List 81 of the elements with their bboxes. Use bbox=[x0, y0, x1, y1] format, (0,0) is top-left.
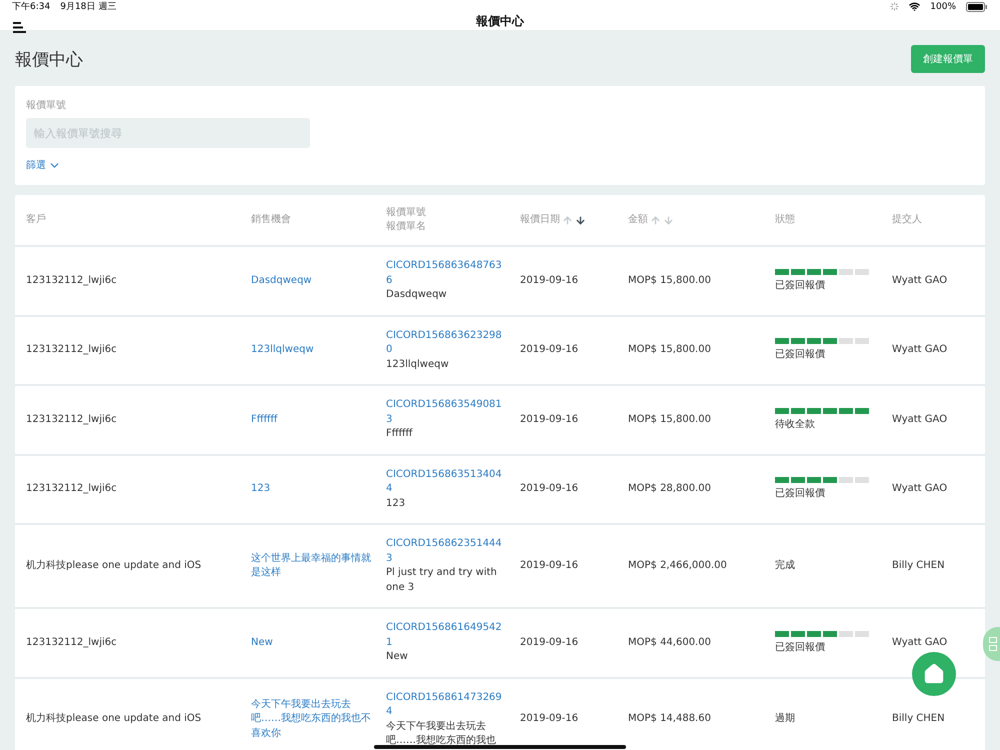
customer-cell-text: 123132112_lwji6c bbox=[26, 412, 117, 426]
submitter-cell-text: Wyatt GAO bbox=[892, 482, 948, 496]
amount-cell-text: MOP$ 14,488.60 bbox=[628, 712, 711, 726]
quote-name: 123llqlweqw bbox=[386, 358, 449, 372]
amount-cell-text: MOP$ 2,466,000.00 bbox=[628, 558, 727, 573]
column-header: 銷售機會 bbox=[251, 212, 291, 227]
filter-toggle[interactable]: 篩選 bbox=[26, 154, 61, 172]
date-cell-text: 2019-09-16 bbox=[520, 636, 578, 650]
quote-name: New bbox=[386, 650, 408, 664]
quote-number-link[interactable]: CICORD156863549081 3 bbox=[386, 398, 510, 427]
date-cell-text: 2019-09-16 bbox=[520, 274, 578, 288]
amount-cell-text: MOP$ 15,800.00 bbox=[628, 274, 711, 288]
status-text: 過期 bbox=[775, 712, 795, 726]
wifi-icon bbox=[909, 1, 920, 12]
quote-number-link[interactable]: CICORD156863623298 0 bbox=[386, 328, 510, 358]
column-header: 客戶 bbox=[26, 212, 46, 227]
opportunity-link[interactable]: New bbox=[251, 636, 273, 650]
date-cell-text: 2019-09-16 bbox=[520, 558, 578, 573]
column-header: 報價單號 bbox=[386, 206, 426, 220]
status-text: 已簽回報價 bbox=[775, 487, 825, 501]
quote-number-link[interactable]: CICORD156861473269 4 bbox=[386, 690, 510, 720]
opportunity-link[interactable]: Dasdqweqw bbox=[251, 274, 312, 288]
amount-cell-text: MOP$ 15,800.00 bbox=[628, 412, 711, 426]
quote-number-link[interactable]: CICORD156861649542 1 bbox=[386, 621, 510, 650]
grid-icon bbox=[989, 637, 997, 651]
sort-up-icon[interactable] bbox=[650, 214, 661, 226]
opportunity-link[interactable]: 123 bbox=[251, 482, 270, 496]
column-header[interactable]: 報價日期 bbox=[520, 212, 560, 228]
customer-cell-text: 123132112_lwji6c bbox=[26, 274, 117, 288]
opportunity-link[interactable]: 今天下午我要出去玩去吧……我想吃东西的我也不喜欢你 bbox=[251, 698, 376, 742]
quote-name: Dasdqweqw bbox=[386, 288, 447, 302]
status-time: 下午6:34 bbox=[12, 0, 50, 13]
opportunity-link[interactable]: 123llqlweqw bbox=[251, 343, 314, 358]
menu-icon[interactable] bbox=[13, 22, 26, 33]
quote-name: 今天下午我要出去玩去吧……我想吃东西的我也 bbox=[386, 720, 497, 748]
status-text: 已簽回報價 bbox=[775, 348, 825, 362]
amount-cell-text: MOP$ 44,600.00 bbox=[628, 636, 711, 650]
date-cell-text: 2019-09-16 bbox=[520, 412, 578, 426]
amount-cell-text: MOP$ 28,800.00 bbox=[628, 482, 711, 496]
nav-title: 報價中心 bbox=[476, 13, 524, 30]
quote-number-link[interactable]: CICORD156862351444 3 bbox=[386, 537, 510, 566]
column-header: 狀態 bbox=[775, 212, 795, 227]
submitter-cell-text: Wyatt GAO bbox=[892, 636, 948, 650]
submitter-cell-text: Wyatt GAO bbox=[892, 412, 948, 426]
status-text: 完成 bbox=[775, 558, 795, 573]
page-title: 報價中心 bbox=[15, 48, 83, 70]
column-header: 報價單名 bbox=[386, 220, 426, 234]
quote-name: 123 bbox=[386, 496, 406, 510]
customer-cell-text: 机力科技please one update and iOS bbox=[26, 558, 202, 573]
amount-cell-text: MOP$ 15,800.00 bbox=[628, 343, 711, 357]
customer-cell-text: 123132112_lwji6c bbox=[26, 636, 117, 650]
date-cell-text: 2019-09-16 bbox=[520, 712, 578, 726]
submitter-cell-text: Billy CHEN bbox=[892, 712, 945, 726]
home-icon bbox=[923, 663, 945, 685]
opportunity-link[interactable]: 这个世界上最幸福的事情就是这样 bbox=[251, 552, 376, 580]
quote-number-link[interactable]: CICORD156863648763 6 bbox=[386, 259, 510, 288]
submitter-cell-text: Billy CHEN bbox=[892, 558, 945, 573]
status-text: 待收全款 bbox=[775, 418, 815, 432]
date-cell-text: 2019-09-16 bbox=[520, 343, 578, 357]
quote-name: Fffffff bbox=[386, 427, 412, 441]
customer-cell-text: 123132112_lwji6c bbox=[26, 343, 117, 357]
search-label: 報價單號 bbox=[26, 98, 66, 112]
column-header: 提交人 bbox=[892, 212, 922, 227]
home-indicator[interactable] bbox=[374, 745, 626, 749]
status-date: 9月18日 週三 bbox=[60, 0, 116, 13]
battery-percent: 100% bbox=[930, 2, 956, 12]
submitter-cell-text: Wyatt GAO bbox=[892, 343, 948, 357]
status-text: 已簽回報價 bbox=[775, 640, 825, 654]
date-cell-text: 2019-09-16 bbox=[520, 482, 578, 496]
sort-down-icon[interactable] bbox=[575, 214, 586, 226]
battery-icon bbox=[966, 2, 988, 12]
column-header[interactable]: 金額 bbox=[628, 212, 648, 228]
customer-cell-text: 123132112_lwji6c bbox=[26, 482, 117, 496]
customer-cell-text: 机力科技please one update and iOS bbox=[26, 712, 202, 726]
quote-number-link[interactable]: CICORD156863513404 4 bbox=[386, 468, 510, 496]
status-text: 已簽回報價 bbox=[775, 278, 825, 292]
create-quote-button[interactable]: 創建報價單 bbox=[911, 45, 985, 73]
opportunity-link[interactable]: Fffffff bbox=[251, 412, 278, 427]
activity-icon bbox=[890, 2, 900, 11]
quote-name: Pl just try and try with one 3 bbox=[386, 566, 498, 594]
submitter-cell-text: Wyatt GAO bbox=[892, 274, 948, 288]
